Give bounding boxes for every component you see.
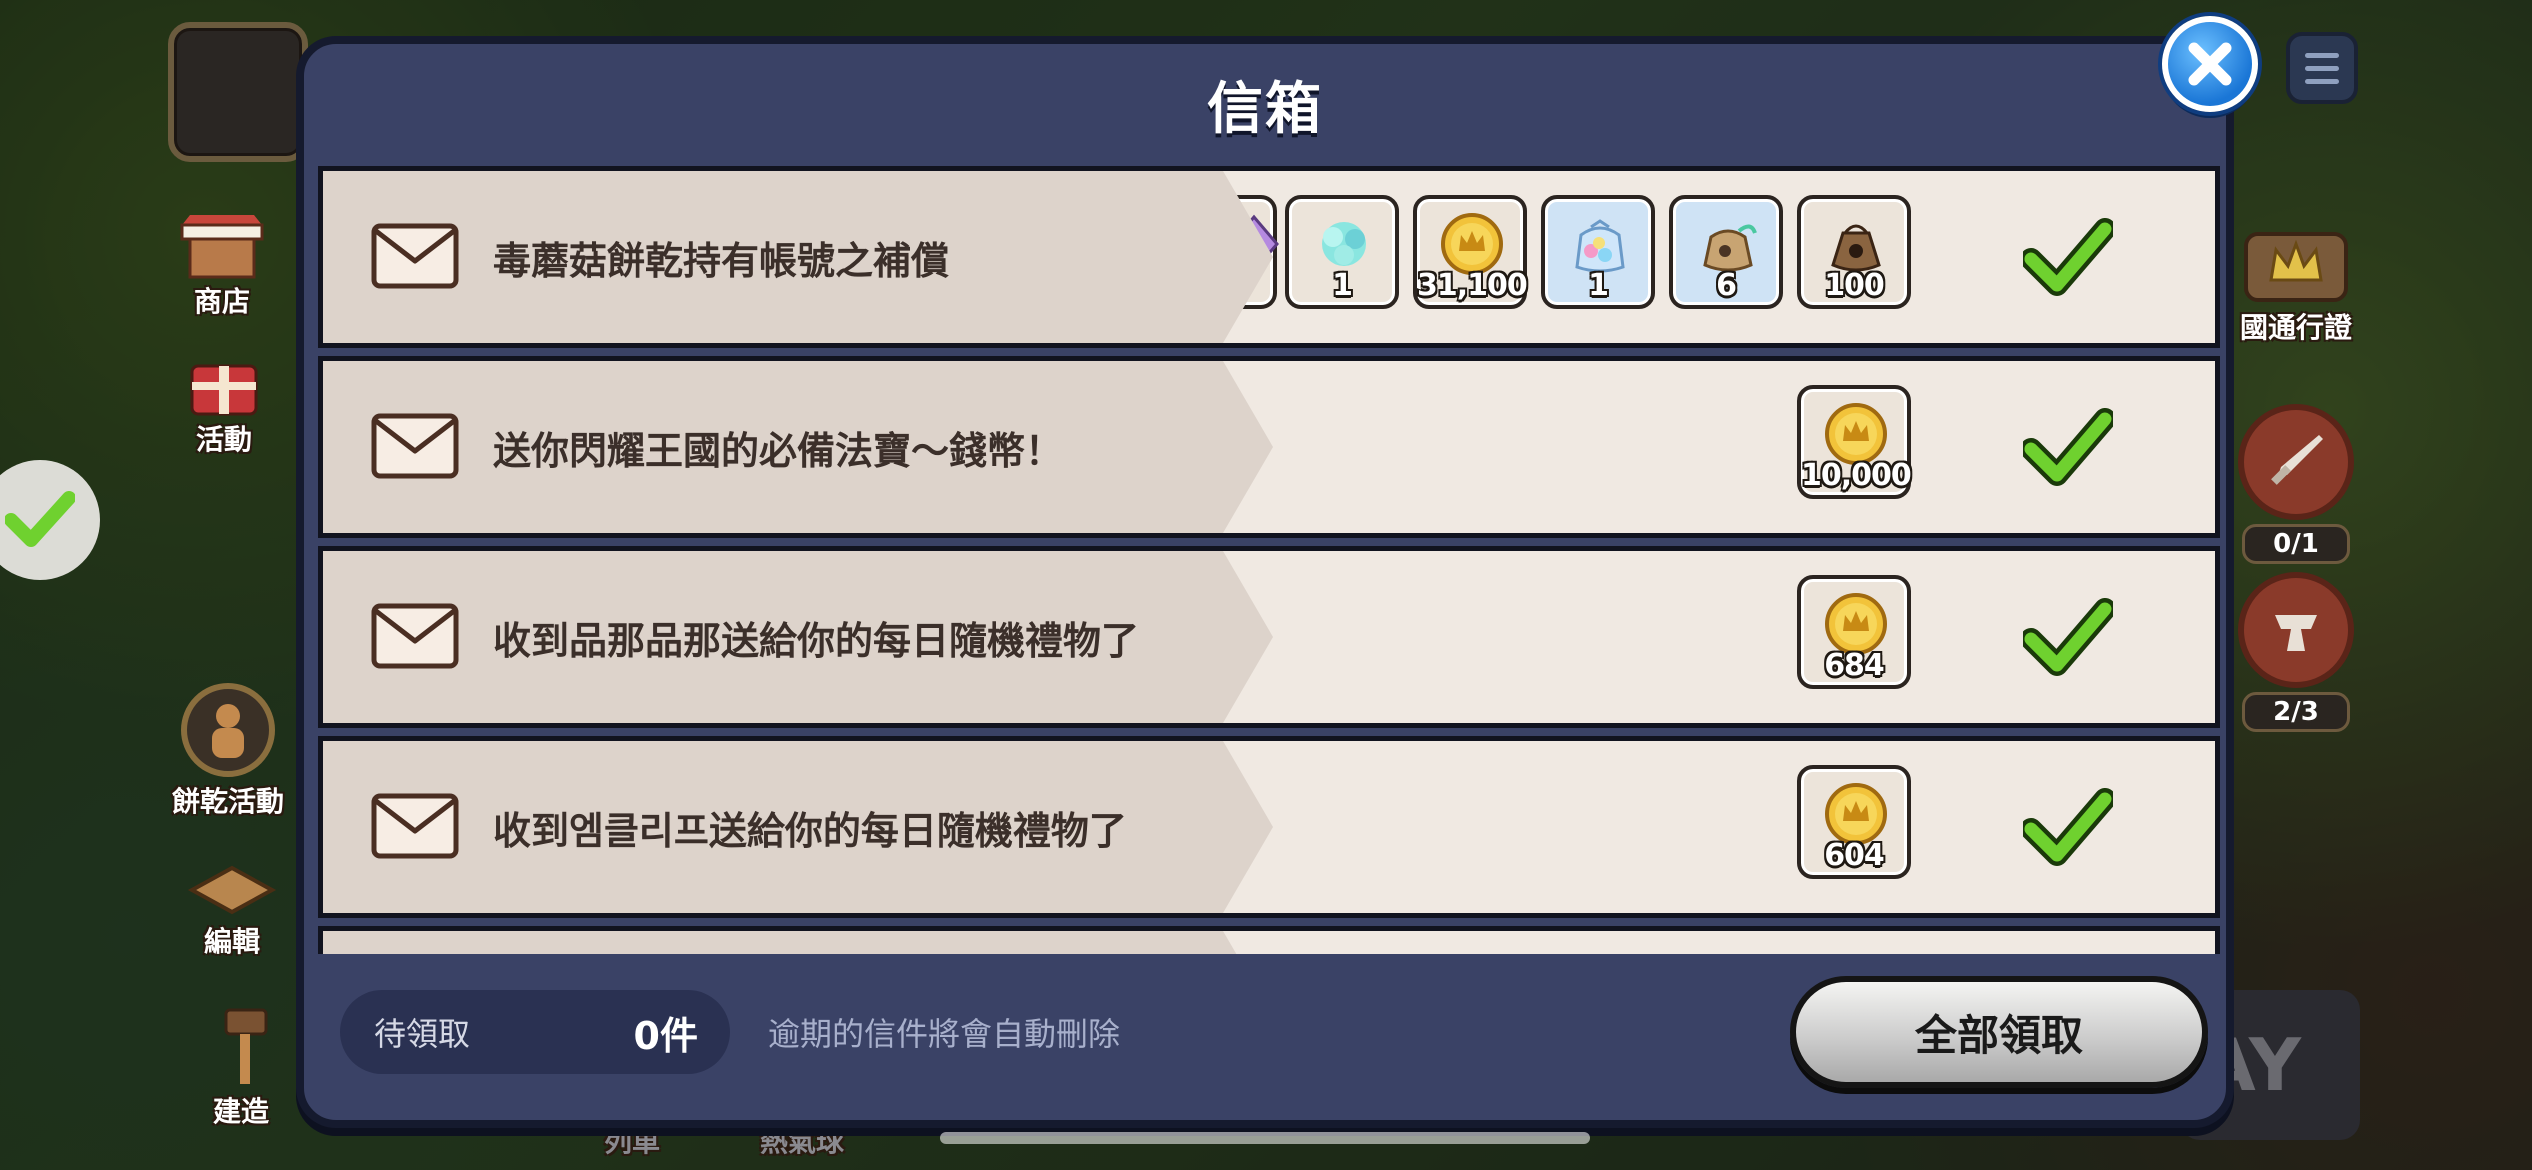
mail-item[interactable]: 收到品那品那送給你的每日隨機禮物了 684 <box>318 546 2220 728</box>
reward-item: 1 <box>1541 195 1655 309</box>
build-button[interactable]: 建造 <box>196 1000 286 1130</box>
cookie-icon <box>178 680 278 780</box>
pending-counter: 待領取 0件 <box>340 990 730 1074</box>
side-menu-label: 建造 <box>212 1095 269 1128</box>
claimed-check-icon[interactable] <box>2023 217 2113 297</box>
workshop-button[interactable]: 2/3 <box>2238 572 2354 732</box>
cookie-event-button[interactable]: 餅乾活動 <box>172 680 284 820</box>
side-menu-label: 商店 <box>193 285 250 318</box>
sword-icon <box>2238 404 2354 520</box>
workshop-counter: 2/3 <box>2242 692 2350 732</box>
crown-wings-icon <box>2236 226 2356 306</box>
pending-label: 待領取 <box>374 1015 471 1053</box>
reward-item: 6 <box>1669 195 1783 309</box>
reward-item: 684 <box>1797 575 1911 689</box>
mail-item[interactable]: 毒蘑菇餅乾持有帳號之補償 1 31,100 1 6 100 <box>318 166 2220 348</box>
envelope-icon <box>371 793 459 859</box>
reward-item: 604 <box>1797 765 1911 879</box>
anvil-icon <box>2238 572 2354 688</box>
reward-quantity: 684 <box>1824 648 1885 683</box>
edit-button[interactable]: 編輯 <box>182 860 282 960</box>
claimed-check-icon[interactable] <box>2023 787 2113 867</box>
mailbox-modal: 信箱 毒蘑菇餅乾持有帳號之補償 1 31,100 1 6 100 送你閃耀王國的… <box>296 36 2234 1128</box>
reward-item: 10,000 <box>1797 385 1912 499</box>
reward-quantity: 100 <box>1824 268 1885 303</box>
battle-counter: 0/1 <box>2242 524 2350 564</box>
battle-button[interactable]: 0/1 <box>2238 404 2354 564</box>
home-indicator <box>940 1132 1590 1144</box>
mail-item[interactable]: 送你閃耀王國的必備法寶～錢幣！ 10,000 <box>318 356 2220 538</box>
reward-quantity: 6 <box>1716 268 1737 303</box>
reward-quantity: 1 <box>1332 268 1353 303</box>
reward-item: 31,100 <box>1413 195 1528 309</box>
mail-title: 收到品那品那送給你的每日隨機禮物了 <box>493 618 1140 663</box>
event-button[interactable]: 活動 <box>184 352 264 458</box>
claim-all-button[interactable]: 全部領取 <box>1790 976 2208 1088</box>
side-menu-label: 編輯 <box>203 925 260 958</box>
reward-quantity: 1 <box>1588 268 1609 303</box>
claimed-check-icon[interactable] <box>2023 407 2113 487</box>
side-menu-label: 餅乾活動 <box>172 785 285 818</box>
envelope-icon <box>371 223 459 289</box>
reward-item: 100 <box>1797 195 1911 309</box>
hamburger-menu-button[interactable] <box>2286 32 2358 104</box>
shop-button[interactable]: 商店 <box>172 210 272 320</box>
kingdom-pass-button[interactable]: 國通行證 <box>2236 226 2356 346</box>
reward-quantity: 31,100 <box>1417 268 1528 303</box>
reward-quantity: 10,000 <box>1801 458 1912 493</box>
shop-icon <box>172 210 272 280</box>
mail-title: 收到엠클리프送給你的每日隨機禮物了 <box>493 808 1127 853</box>
edit-icon <box>182 860 282 920</box>
reward-item: 1 <box>1285 195 1399 309</box>
build-icon <box>196 1000 286 1090</box>
envelope-icon <box>371 603 459 669</box>
pass-label: 國通行證 <box>2239 311 2352 344</box>
expire-note: 逾期的信件將會自動刪除 <box>768 1015 1121 1053</box>
pending-count: 0件 <box>633 1013 698 1058</box>
close-icon <box>2188 42 2232 86</box>
modal-title: 信箱 <box>1207 77 1323 142</box>
player-avatar[interactable] <box>168 22 308 162</box>
side-menu-label: 活動 <box>195 423 252 456</box>
mailbox-footer: 待領取 0件 逾期的信件將會自動刪除 全部領取 <box>304 950 2226 1120</box>
claimed-check-icon[interactable] <box>2023 597 2113 677</box>
close-button[interactable] <box>2162 16 2258 112</box>
mail-title: 毒蘑菇餅乾持有帳號之補償 <box>493 238 950 283</box>
reward-quantity: 604 <box>1824 838 1885 873</box>
envelope-icon <box>371 413 459 479</box>
gift-icon <box>184 352 264 418</box>
mail-title: 送你閃耀王國的必備法寶～錢幣！ <box>493 428 1064 473</box>
mail-list[interactable]: 毒蘑菇餅乾持有帳號之補償 1 31,100 1 6 100 送你閃耀王國的必備法… <box>318 166 2220 954</box>
mail-item[interactable]: 收到엠클리프送給你的每日隨機禮物了 604 <box>318 736 2220 918</box>
